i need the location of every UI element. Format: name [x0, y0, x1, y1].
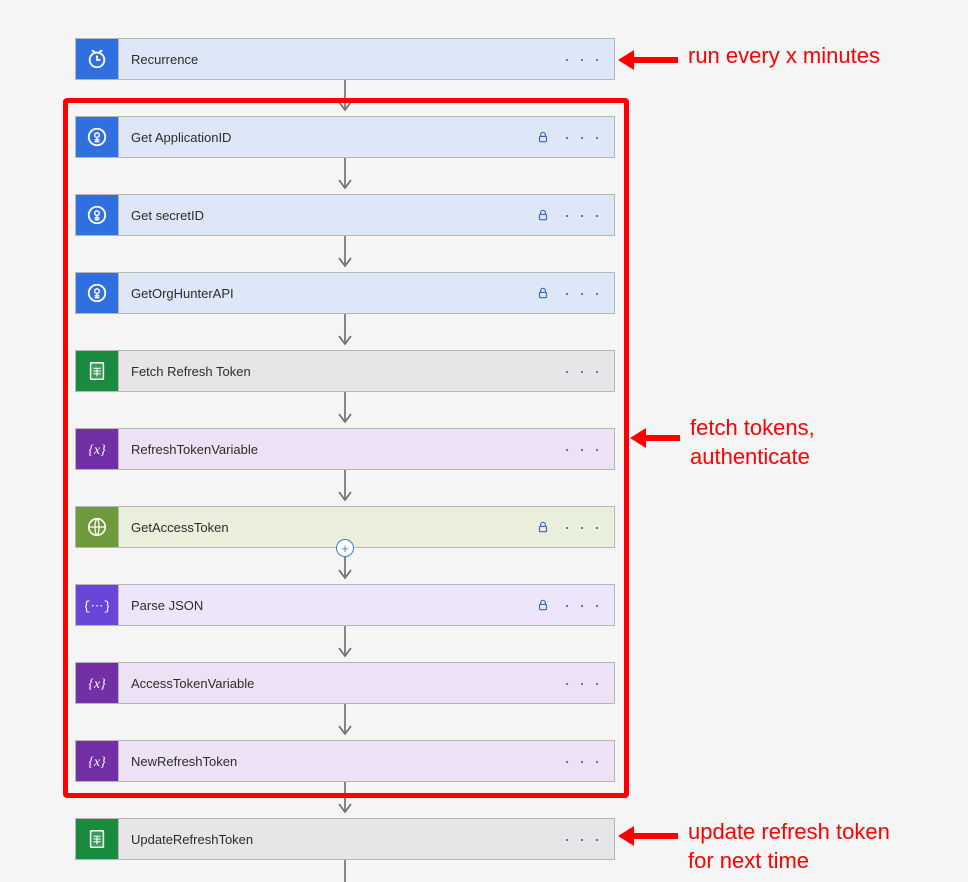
annotation-middle-l2: authenticate [690, 444, 810, 469]
step-title: Get ApplicationID [131, 130, 231, 145]
sheet-icon [76, 819, 118, 859]
step-actions: · · · [564, 830, 602, 848]
flow-step[interactable]: Get secretID · · · [75, 194, 615, 236]
arrow-middle [630, 428, 680, 448]
annotation-bottom-l2: for next time [688, 848, 809, 873]
step-body: UpdateRefreshToken · · · [118, 819, 614, 859]
svg-text:{x}: {x} [88, 677, 106, 692]
flow-step[interactable]: {x} NewRefreshToken · · · [75, 740, 615, 782]
more-menu-icon[interactable]: · · · [564, 752, 602, 770]
more-menu-icon[interactable]: · · · [564, 284, 602, 302]
step-body: Recurrence · · · [118, 39, 614, 79]
annotation-middle: fetch tokens, authenticate [690, 414, 815, 471]
more-menu-icon[interactable]: · · · [564, 674, 602, 692]
flow-step[interactable]: Get ApplicationID · · · [75, 116, 615, 158]
annotation-top: run every x minutes [688, 42, 880, 71]
step-title: GetOrgHunterAPI [131, 286, 234, 301]
connector-arrow [75, 158, 615, 194]
connector-arrow [75, 704, 615, 740]
more-menu-icon[interactable]: · · · [564, 518, 602, 536]
step-body: Get secretID · · · [118, 195, 614, 235]
flow-step[interactable]: Fetch Refresh Token · · · [75, 350, 615, 392]
connector-arrow: + [75, 548, 615, 584]
step-body: NewRefreshToken · · · [118, 741, 614, 781]
connector-arrow [75, 392, 615, 428]
lock-icon [536, 286, 550, 300]
step-body: Parse JSON · · · [118, 585, 614, 625]
more-menu-icon[interactable]: · · · [564, 596, 602, 614]
sheet-icon [76, 351, 118, 391]
connector-arrow [75, 860, 615, 882]
clock-icon [76, 39, 118, 79]
more-menu-icon[interactable]: · · · [564, 50, 602, 68]
var-icon: {x} [76, 429, 118, 469]
annotation-bottom-l1: update refresh token [688, 819, 890, 844]
step-title: UpdateRefreshToken [131, 832, 253, 847]
more-menu-icon[interactable]: · · · [564, 128, 602, 146]
lock-icon [536, 130, 550, 144]
step-body: GetAccessToken · · · [118, 507, 614, 547]
step-title: NewRefreshToken [131, 754, 237, 769]
svg-text:{x}: {x} [88, 755, 106, 770]
connector-arrow [75, 80, 615, 116]
keyvault-icon [76, 195, 118, 235]
flow-step[interactable]: {x} AccessTokenVariable · · · [75, 662, 615, 704]
connector-arrow [75, 236, 615, 272]
step-actions: · · · [536, 518, 602, 536]
lock-icon [536, 520, 550, 534]
step-title: Fetch Refresh Token [131, 364, 251, 379]
step-actions: · · · [564, 674, 602, 692]
step-actions: · · · [564, 362, 602, 380]
connector-arrow [75, 782, 615, 818]
flow-step[interactable]: Recurrence · · · [75, 38, 615, 80]
more-menu-icon[interactable]: · · · [564, 830, 602, 848]
arrow-top [618, 50, 678, 70]
connector-arrow [75, 470, 615, 506]
var-icon: {x} [76, 741, 118, 781]
more-menu-icon[interactable]: · · · [564, 362, 602, 380]
step-actions: · · · [536, 284, 602, 302]
keyvault-icon [76, 117, 118, 157]
step-title: Get secretID [131, 208, 204, 223]
step-actions: · · · [564, 440, 602, 458]
step-body: GetOrgHunterAPI · · · [118, 273, 614, 313]
step-title: Recurrence [131, 52, 198, 67]
step-body: RefreshTokenVariable · · · [118, 429, 614, 469]
step-actions: · · · [536, 206, 602, 224]
step-actions: · · · [564, 752, 602, 770]
flow-step[interactable]: UpdateRefreshToken · · · [75, 818, 615, 860]
more-menu-icon[interactable]: · · · [564, 206, 602, 224]
globe-icon [76, 507, 118, 547]
flow-step[interactable]: GetOrgHunterAPI · · · [75, 272, 615, 314]
annotation-bottom: update refresh token for next time [688, 818, 890, 875]
keyvault-icon [76, 273, 118, 313]
step-body: AccessTokenVariable · · · [118, 663, 614, 703]
flow-step[interactable]: {⋯} Parse JSON · · · [75, 584, 615, 626]
arrow-bottom [618, 826, 678, 846]
svg-text:{x}: {x} [88, 443, 106, 458]
step-actions: · · · [536, 128, 602, 146]
step-actions: · · · [536, 596, 602, 614]
step-title: GetAccessToken [131, 520, 229, 535]
parse-icon: {⋯} [76, 585, 118, 625]
step-body: Get ApplicationID · · · [118, 117, 614, 157]
svg-text:{⋯}: {⋯} [85, 599, 109, 614]
flow-column: Recurrence· · ·Get ApplicationID· · ·Get… [75, 38, 615, 882]
step-title: Parse JSON [131, 598, 203, 613]
step-actions: · · · [564, 50, 602, 68]
lock-icon [536, 598, 550, 612]
more-menu-icon[interactable]: · · · [564, 440, 602, 458]
flow-step[interactable]: {x} RefreshTokenVariable · · · [75, 428, 615, 470]
step-title: AccessTokenVariable [131, 676, 254, 691]
lock-icon [536, 208, 550, 222]
connector-arrow [75, 314, 615, 350]
annotation-middle-l1: fetch tokens, [690, 415, 815, 440]
step-title: RefreshTokenVariable [131, 442, 258, 457]
var-icon: {x} [76, 663, 118, 703]
insert-step-button[interactable]: + [336, 539, 354, 557]
step-body: Fetch Refresh Token · · · [118, 351, 614, 391]
connector-arrow [75, 626, 615, 662]
